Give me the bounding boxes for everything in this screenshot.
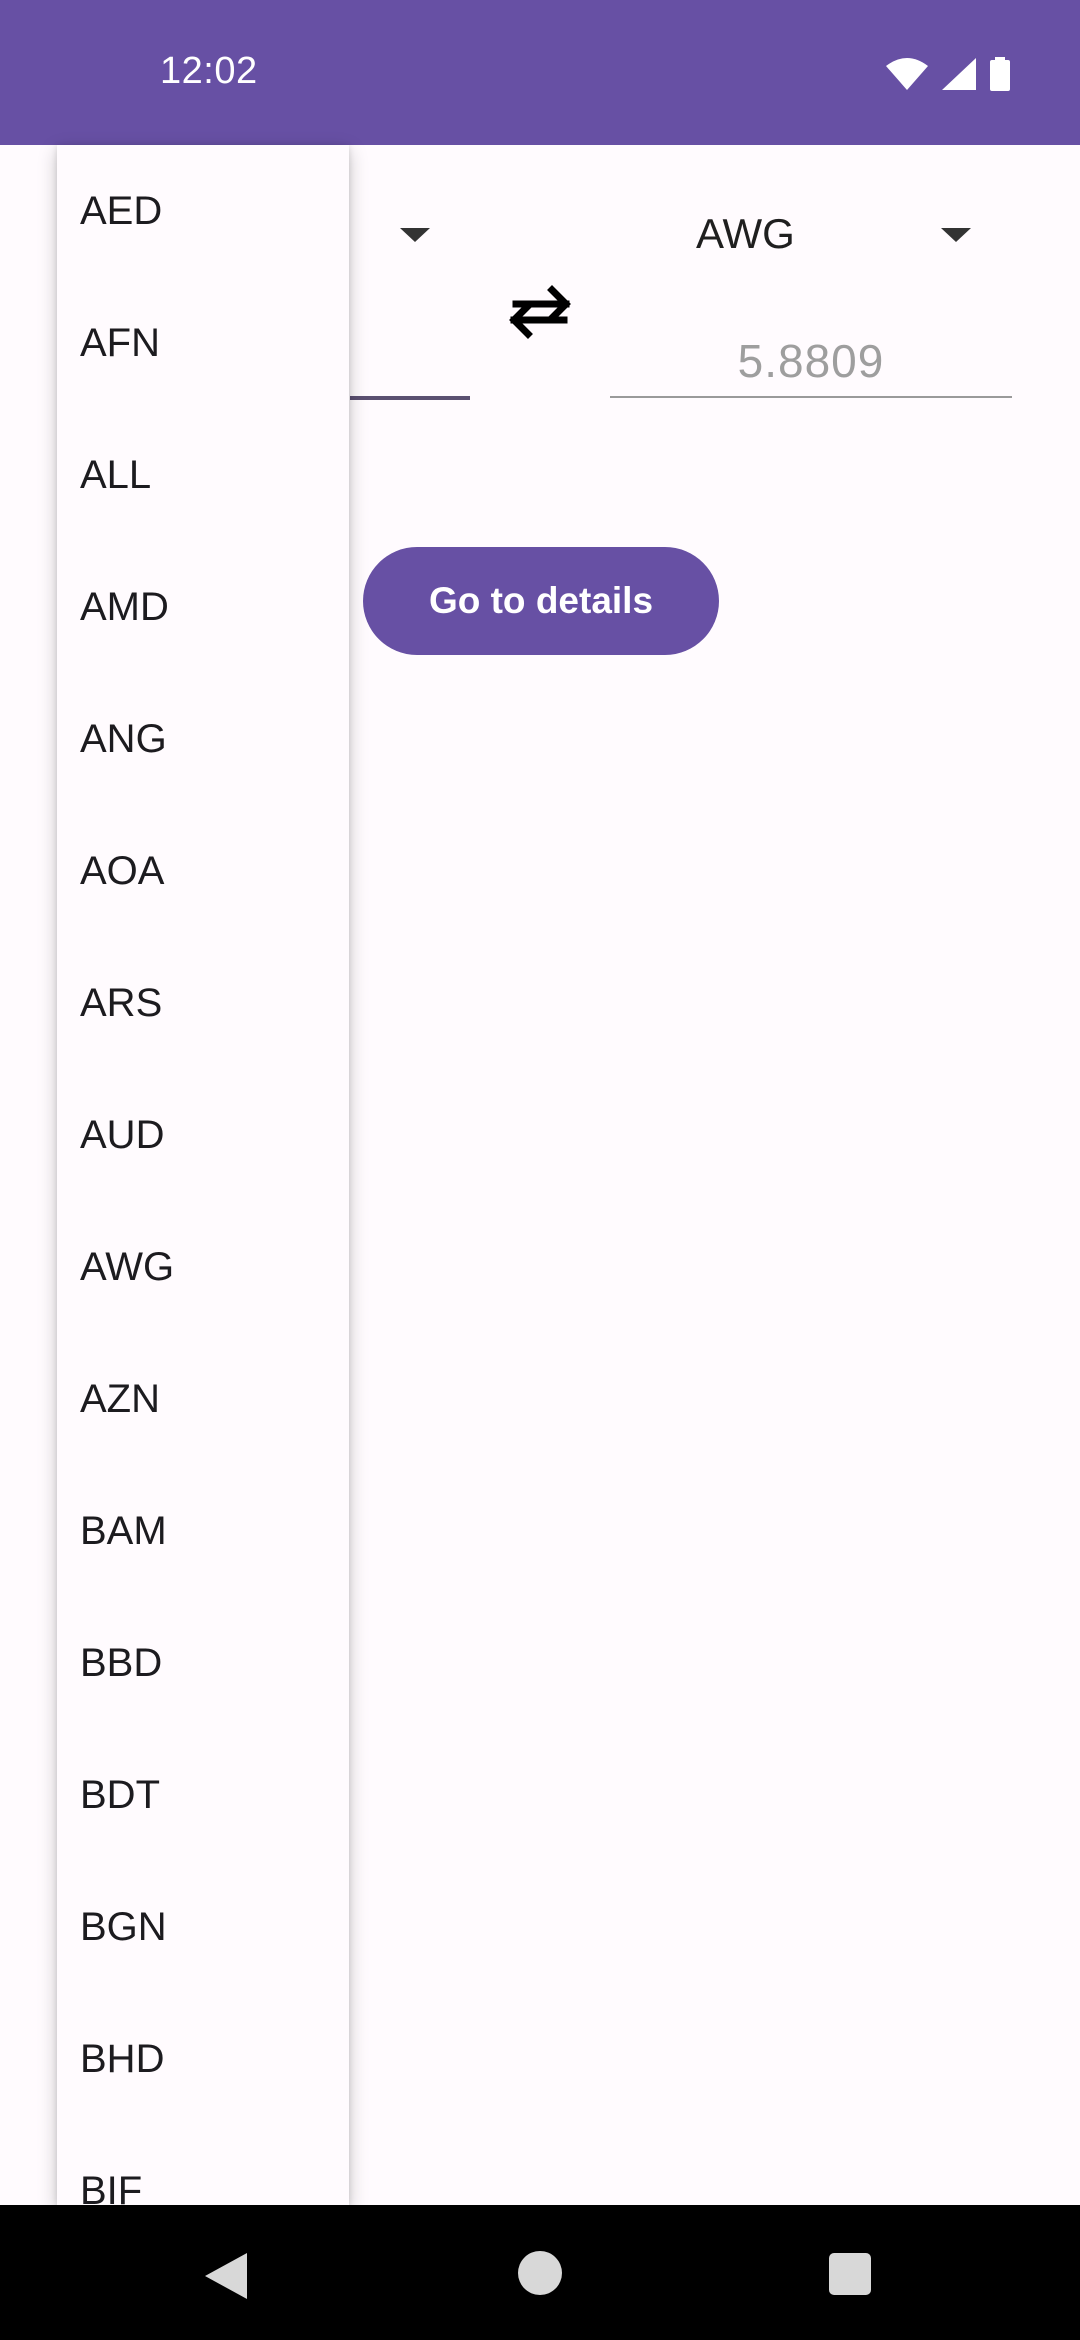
dropdown-item-bdt[interactable]: BDT [57, 1729, 349, 1861]
from-currency-dropdown-arrow[interactable] [400, 228, 430, 242]
navigation-bar [0, 2205, 1080, 2340]
dropdown-item-ars[interactable]: ARS [57, 937, 349, 1069]
dropdown-item-ang[interactable]: ANG [57, 673, 349, 805]
dropdown-item-aoa[interactable]: AOA [57, 805, 349, 937]
to-currency-spinner[interactable]: AWG [696, 210, 795, 258]
to-currency-dropdown-arrow[interactable] [941, 228, 971, 242]
swap-arrows-icon[interactable] [500, 280, 580, 344]
home-icon[interactable] [518, 2251, 562, 2295]
amount-input-underline[interactable] [350, 396, 470, 400]
dropdown-item-aud[interactable]: AUD [57, 1069, 349, 1201]
dropdown-item-aed[interactable]: AED [57, 145, 349, 277]
dropdown-item-bif[interactable]: BIF [57, 2125, 349, 2206]
currency-dropdown-list[interactable]: AED AFN ALL AMD ANG AOA ARS AUD AWG AZN … [57, 145, 349, 2205]
dropdown-item-bhd[interactable]: BHD [57, 1993, 349, 2125]
result-field: 5.8809 [610, 328, 1012, 398]
wifi-icon [886, 58, 928, 90]
status-icons [886, 56, 1010, 92]
battery-icon [990, 57, 1010, 91]
app-screen: 12:02 AWG 5.8809 Go to details AED AFN A… [0, 0, 1080, 2340]
dropdown-item-bbd[interactable]: BBD [57, 1597, 349, 1729]
dropdown-item-amd[interactable]: AMD [57, 541, 349, 673]
go-to-details-button[interactable]: Go to details [363, 547, 719, 655]
recents-icon[interactable] [829, 2253, 871, 2295]
result-value: 5.8809 [737, 335, 885, 387]
status-time: 12:02 [160, 50, 258, 92]
status-bar: 12:02 [0, 0, 1080, 145]
dropdown-item-bgn[interactable]: BGN [57, 1861, 349, 1993]
dropdown-item-azn[interactable]: AZN [57, 1333, 349, 1465]
back-icon[interactable] [205, 2253, 247, 2299]
dropdown-item-afn[interactable]: AFN [57, 277, 349, 409]
dropdown-item-awg[interactable]: AWG [57, 1201, 349, 1333]
signal-icon [942, 58, 976, 90]
dropdown-item-bam[interactable]: BAM [57, 1465, 349, 1597]
dropdown-item-all[interactable]: ALL [57, 409, 349, 541]
